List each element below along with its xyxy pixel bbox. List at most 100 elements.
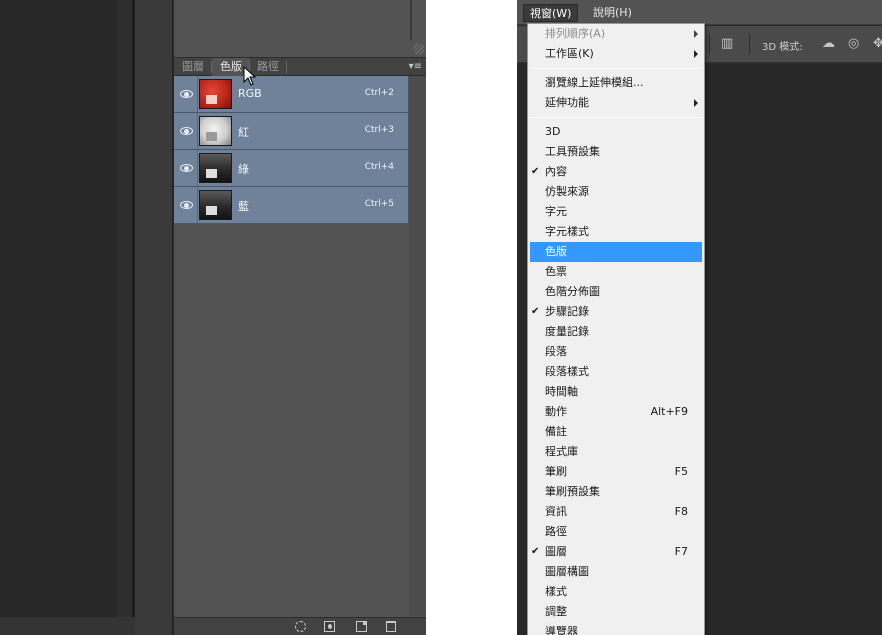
channel-row-blue[interactable]: 藍 Ctrl+5 [174, 187, 409, 224]
row-divider [197, 76, 198, 112]
menu-item[interactable]: 色版 [530, 242, 702, 262]
options-separator [749, 34, 750, 54]
channel-thumbnail [199, 190, 232, 220]
menu-item[interactable]: 段落 [528, 342, 704, 362]
channel-row-red[interactable]: 紅 Ctrl+3 [174, 113, 409, 150]
menu-item[interactable]: 路徑 [528, 522, 704, 542]
canvas-edge [117, 0, 132, 635]
menu-item-label: 色階分佈圖 [545, 285, 600, 298]
menu-item[interactable]: 工作區(K) [528, 44, 704, 64]
menu-item[interactable]: 調整 [528, 602, 704, 622]
submenu-arrow-icon [694, 50, 698, 58]
menu-item-label: 色票 [545, 265, 567, 278]
menu-item-label: 調整 [545, 605, 567, 618]
align-columns-icon[interactable]: ▥ [721, 37, 733, 51]
channel-row-rgb[interactable]: RGB Ctrl+2 [174, 76, 409, 113]
menu-item[interactable]: ✔ 內容 [528, 162, 704, 182]
menu-item[interactable]: 色階分佈圖 [528, 282, 704, 302]
window-menu-screenshot: 視窗(W) 說明(H) ▮ ▥ 3D 模式: ☁ ◎ ✥ 排列順序(A)工作區(… [517, 0, 882, 635]
visibility-eye-icon[interactable] [180, 88, 194, 100]
row-divider [197, 187, 198, 223]
menu-item[interactable]: 時間軸 [528, 382, 704, 402]
menu-item-label: 路徑 [545, 525, 567, 538]
menu-item-shortcut: F5 [674, 465, 688, 478]
menu-item[interactable]: 資訊 F8 [528, 502, 704, 522]
menu-item-label: 動作 [545, 405, 567, 418]
visibility-eye-icon[interactable] [180, 162, 194, 174]
menu-item-label: 仿製來源 [545, 185, 589, 198]
menu-item[interactable]: 段落樣式 [528, 362, 704, 382]
menu-item-label: 工作區(K) [545, 47, 594, 60]
channel-thumbnail [199, 79, 232, 109]
menu-item-shortcut: F7 [674, 545, 688, 558]
menu-item[interactable]: 字元 [528, 202, 704, 222]
submenu-arrow-icon [694, 30, 698, 38]
menu-item[interactable]: 色票 [528, 262, 704, 282]
panel-menu-icon[interactable]: ▾≡ [409, 60, 422, 74]
channel-shortcut: Ctrl+4 [364, 162, 394, 172]
channel-list-scrollbar[interactable] [409, 76, 426, 616]
menu-item[interactable]: 瀏覽線上延伸模組... [528, 73, 704, 93]
menu-item[interactable]: 動作 Alt+F9 [528, 402, 704, 422]
menu-item-label: 導覽器 [545, 625, 578, 635]
menu-item-label: 備註 [545, 425, 567, 438]
panel-dock-gap [135, 0, 173, 635]
menu-item-label: 段落樣式 [545, 365, 589, 378]
menu-item-label: 圖層 [545, 545, 567, 558]
menu-item-label: 筆刷預設集 [545, 485, 600, 498]
menu-item-label: 字元樣式 [545, 225, 589, 238]
menu-item[interactable]: 導覽器 [528, 622, 704, 635]
menu-item[interactable]: 工具預設集 [528, 142, 704, 162]
upper-panel-area [174, 0, 426, 57]
window-dropdown-menu: 排列順序(A) 工作區(K) 瀏覽線上延伸模組... 延伸功能 3D 工具預設集 ✔ 內容 仿製… [527, 23, 705, 635]
menu-item-label: 時間軸 [545, 385, 578, 398]
menu-item[interactable]: 3D [528, 122, 704, 142]
menu-item[interactable]: ✔ 步驟記錄 [528, 302, 704, 322]
menu-item[interactable]: 程式庫 [528, 442, 704, 462]
menu-item[interactable]: ✔ 圖層 F7 [528, 542, 704, 562]
channel-row-green[interactable]: 綠 Ctrl+4 [174, 150, 409, 187]
menu-item-label: 3D [545, 125, 561, 138]
menu-window[interactable]: 視窗(W) [523, 4, 579, 22]
checkmark-icon: ✔ [531, 546, 540, 557]
menu-item-label: 樣式 [545, 585, 567, 598]
menu-help[interactable]: 說明(H) [587, 4, 638, 22]
menu-item-label: 瀏覽線上延伸模組... [545, 76, 644, 89]
menu-item-label: 延伸功能 [545, 96, 589, 109]
tab-layers[interactable]: 圖層 [174, 58, 212, 76]
app-menubar: 視窗(W) 說明(H) [517, 0, 882, 25]
new-channel-icon[interactable] [356, 621, 367, 632]
visibility-eye-icon[interactable] [180, 199, 194, 211]
3d-pan-icon[interactable]: ✥ [873, 37, 882, 51]
menu-item-label: 程式庫 [545, 445, 578, 458]
delete-channel-icon[interactable] [386, 621, 396, 632]
menu-item[interactable]: 仿製來源 [528, 182, 704, 202]
menu-item-label: 圖層構圖 [545, 565, 589, 578]
menu-item-label: 內容 [545, 165, 567, 178]
menu-item[interactable]: 筆刷 F5 [528, 462, 704, 482]
3d-orbit-icon[interactable]: ☁ [822, 37, 835, 51]
menu-item[interactable]: 樣式 [528, 582, 704, 602]
tab-divider [286, 61, 287, 73]
channel-thumbnail [199, 116, 232, 146]
menu-item[interactable]: 筆刷預設集 [528, 482, 704, 502]
visibility-eye-icon[interactable] [180, 125, 194, 137]
row-divider [197, 113, 198, 149]
checkmark-icon: ✔ [531, 306, 540, 317]
menu-item: 排列順序(A) [528, 24, 704, 44]
mouse-cursor-icon [243, 66, 257, 86]
menu-item[interactable]: 字元樣式 [528, 222, 704, 242]
menu-item-shortcut: F8 [674, 505, 688, 518]
3d-mode-label: 3D 模式: [762, 42, 803, 53]
load-selection-icon[interactable] [295, 621, 306, 632]
menu-item[interactable]: 度量記錄 [528, 322, 704, 342]
menu-item[interactable]: 圖層構圖 [528, 562, 704, 582]
resize-grip-icon[interactable] [414, 44, 424, 54]
menu-separator [531, 117, 701, 118]
save-selection-icon[interactable] [324, 621, 335, 632]
menu-item[interactable]: 備註 [528, 422, 704, 442]
menu-item[interactable]: 延伸功能 [528, 93, 704, 113]
upper-panel-scrollbar[interactable] [410, 0, 412, 40]
3d-roll-icon[interactable]: ◎ [848, 37, 859, 51]
channels-screenshot: 圖層 色版 路徑 ▾≡ RGB Ctrl+2 紅 Ctrl+3 綠 Ctrl+4… [0, 0, 426, 635]
